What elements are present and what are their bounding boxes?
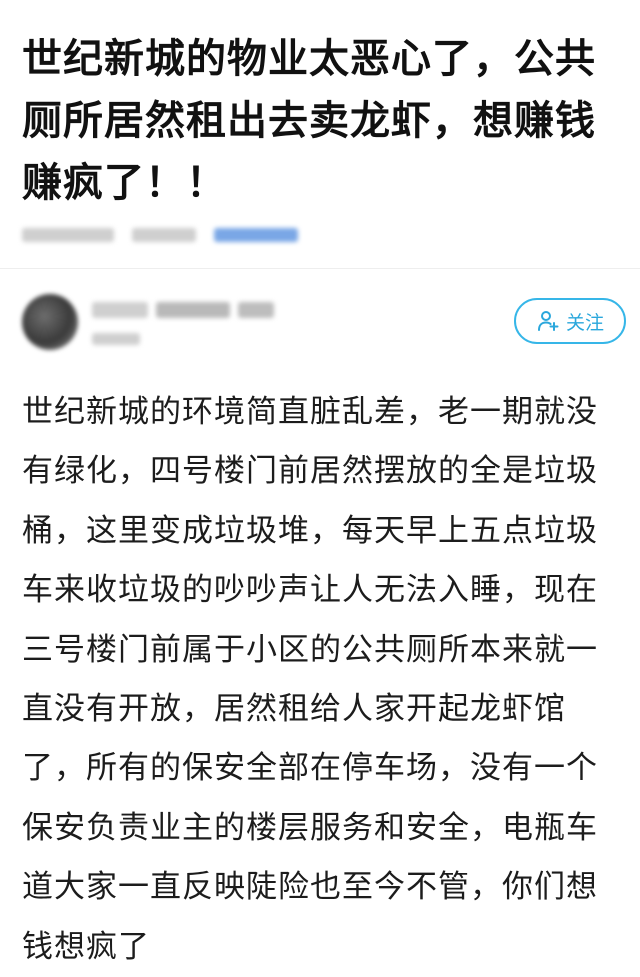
author-subtitle-blurred [92,330,140,349]
author-name-blurred [92,302,274,318]
author-row: 关注 [22,292,626,356]
follow-label: 关注 [565,311,604,334]
avatar[interactable] [22,294,78,350]
person-add-icon [536,309,560,333]
post-title: 世纪新城的物业太恶心了，公共厕所居然租出去卖龙虾，想赚钱赚疯了！！ [22,36,596,206]
divider [0,268,640,269]
blurred-time [132,228,196,242]
follow-button[interactable]: 关注 [514,298,626,344]
blurred-report-link[interactable] [214,228,298,242]
blurred-source [22,228,114,242]
post-meta-blurred [22,222,298,248]
post-body: 世纪新城的环境简直脏乱差，老一期就没有绿化，四号楼门前居然摆放的全是垃圾桶，这里… [22,394,598,965]
